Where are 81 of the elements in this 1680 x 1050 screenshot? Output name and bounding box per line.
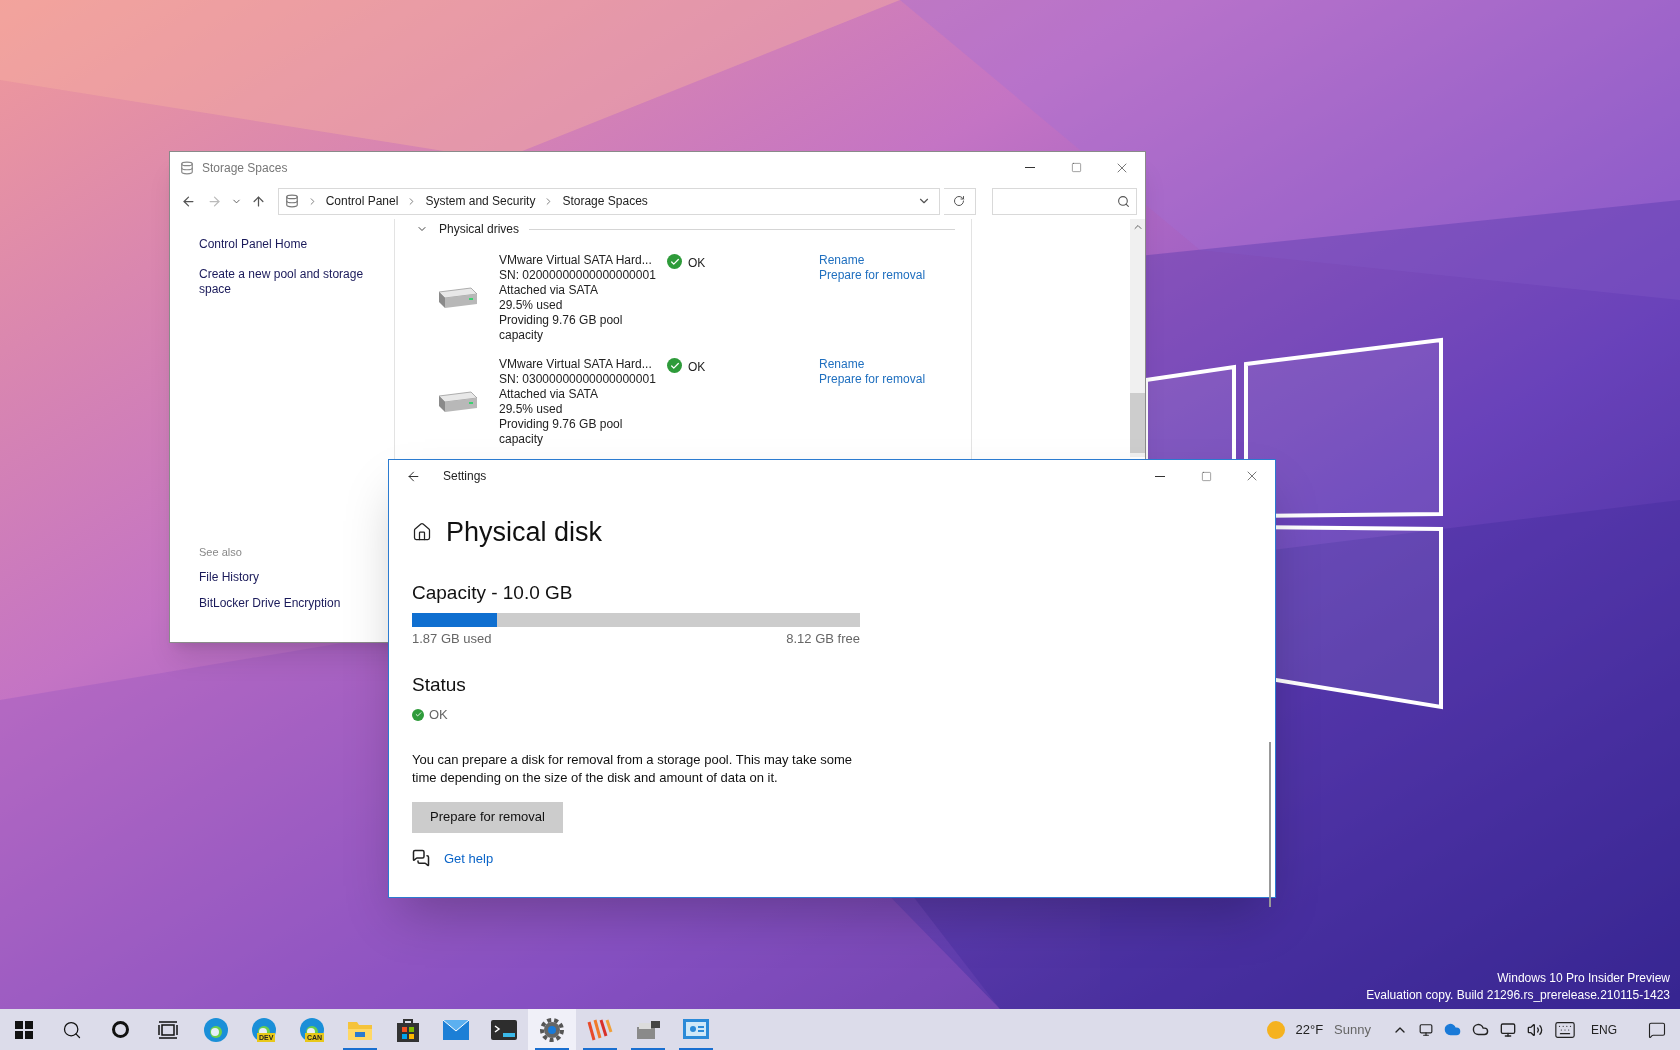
search-field[interactable] <box>991 187 1137 215</box>
shopping-bag-icon <box>396 1016 420 1043</box>
home-icon[interactable] <box>412 522 432 543</box>
sidebar-link[interactable]: Control Panel Home <box>199 237 369 252</box>
drive-detail: Providing 9.76 GB pool capacity <box>499 313 624 343</box>
terminal-icon <box>491 1019 517 1040</box>
task-view-icon <box>158 1020 178 1039</box>
running-indicator <box>343 1048 377 1050</box>
drive-action-link[interactable]: Rename <box>819 253 926 268</box>
maximize-icon <box>1070 162 1082 173</box>
weather-temperature: 22°F <box>1295 1020 1324 1039</box>
breadcrumb-item[interactable]: Control Panel <box>325 192 399 210</box>
control-panel-icon <box>683 1018 709 1041</box>
running-indicator <box>679 1048 713 1050</box>
sidebar-link[interactable]: File History <box>199 568 259 586</box>
section-heading: Status <box>412 672 467 697</box>
drive-detail: Attached via SATA <box>499 283 599 298</box>
breadcrumb-item[interactable]: System and Security <box>425 192 536 210</box>
window-title: Storage Spaces <box>202 159 288 177</box>
network-icon[interactable] <box>1500 1021 1516 1038</box>
drive-detail: SN: 02000000000000000001 <box>499 268 657 283</box>
free-label: 8.12 GB free <box>786 630 860 648</box>
storage-icon <box>180 160 194 175</box>
search-icon <box>62 1019 82 1040</box>
forward-arrow-icon <box>207 193 223 209</box>
browser-icon <box>203 1016 229 1043</box>
search-icon <box>1117 194 1130 208</box>
mail-icon <box>443 1019 469 1040</box>
running-indicator <box>535 1048 569 1050</box>
build-watermark: Windows 10 Pro Insider Preview <box>1497 970 1670 987</box>
drive-action-link[interactable]: Rename <box>819 357 926 372</box>
drive-action-link[interactable]: Prepare for removal <box>819 268 926 283</box>
language-indicator[interactable]: ENG <box>1591 1020 1617 1039</box>
drive-name: VMware Virtual SATA Hard... <box>499 357 653 372</box>
section-title: Physical drives <box>439 221 520 238</box>
windows-start-icon <box>15 1020 33 1039</box>
computer-icon <box>635 1018 661 1041</box>
drive-status: OK <box>688 255 706 272</box>
cloud-icon[interactable] <box>1472 1021 1489 1038</box>
ring-icon <box>111 1021 129 1038</box>
drive-status: OK <box>688 359 706 376</box>
running-indicator <box>583 1048 617 1050</box>
get-help-link[interactable]: Get help <box>444 848 494 868</box>
prepare-for-removal-button[interactable]: Prepare for removal <box>412 801 563 833</box>
see-also-heading: See also <box>199 544 242 560</box>
help-chat-icon <box>412 849 430 868</box>
drive-action-link[interactable]: Prepare for removal <box>819 372 926 387</box>
breadcrumb-item[interactable]: Storage Spaces <box>562 192 648 210</box>
notifications-icon[interactable] <box>1648 1020 1666 1039</box>
gear-icon <box>539 1016 565 1043</box>
scrollbar[interactable] <box>1130 219 1145 457</box>
page-heading: Physical disk <box>446 516 603 549</box>
sidebar-link[interactable]: Create a new pool and storage space <box>199 267 369 297</box>
drive-detail: SN: 03000000000000000001 <box>499 372 657 387</box>
section-heading: Capacity - 10.0 GB <box>412 580 574 605</box>
sun-icon <box>1266 1020 1285 1039</box>
sidebar-link[interactable]: BitLocker Drive Encryption <box>199 594 341 612</box>
storage-icon <box>284 194 299 208</box>
refresh-button[interactable] <box>943 187 976 215</box>
weather-condition: Sunny <box>1334 1020 1371 1039</box>
refresh-icon <box>953 195 966 207</box>
drive-detail: 29.5% used <box>499 298 564 313</box>
build-watermark: Evaluation copy. Build 21296.rs_prerelease.210115-1423 <box>1366 987 1670 1004</box>
address-bar[interactable]: Control Panel System and Security Storage Spaces <box>277 187 940 215</box>
drive-detail: Attached via SATA <box>499 387 599 402</box>
diagonal-stripes-icon <box>587 1017 613 1042</box>
up-arrow-icon <box>251 193 267 209</box>
window-title: Settings <box>443 468 487 485</box>
scrollbar[interactable] <box>1269 742 1271 907</box>
drive-detail: 29.5% used <box>499 402 564 417</box>
status-value: OK <box>429 706 448 724</box>
minimize-icon <box>1025 167 1035 168</box>
running-indicator <box>631 1048 665 1050</box>
description: You can prepare a disk for removal from a storage pool. This may take some time depending on the size of the disk and amount of data on it. <box>412 750 854 787</box>
maximize-icon <box>1200 470 1212 482</box>
drive-detail: Providing 9.76 GB pool capacity <box>499 417 624 447</box>
volume-icon[interactable] <box>1527 1021 1543 1038</box>
taskbar-button[interactable] <box>528 1009 576 1050</box>
drive-name: VMware Virtual SATA Hard... <box>499 253 653 268</box>
minimize-icon <box>1155 475 1165 477</box>
used-label: 1.87 GB used <box>412 630 492 648</box>
